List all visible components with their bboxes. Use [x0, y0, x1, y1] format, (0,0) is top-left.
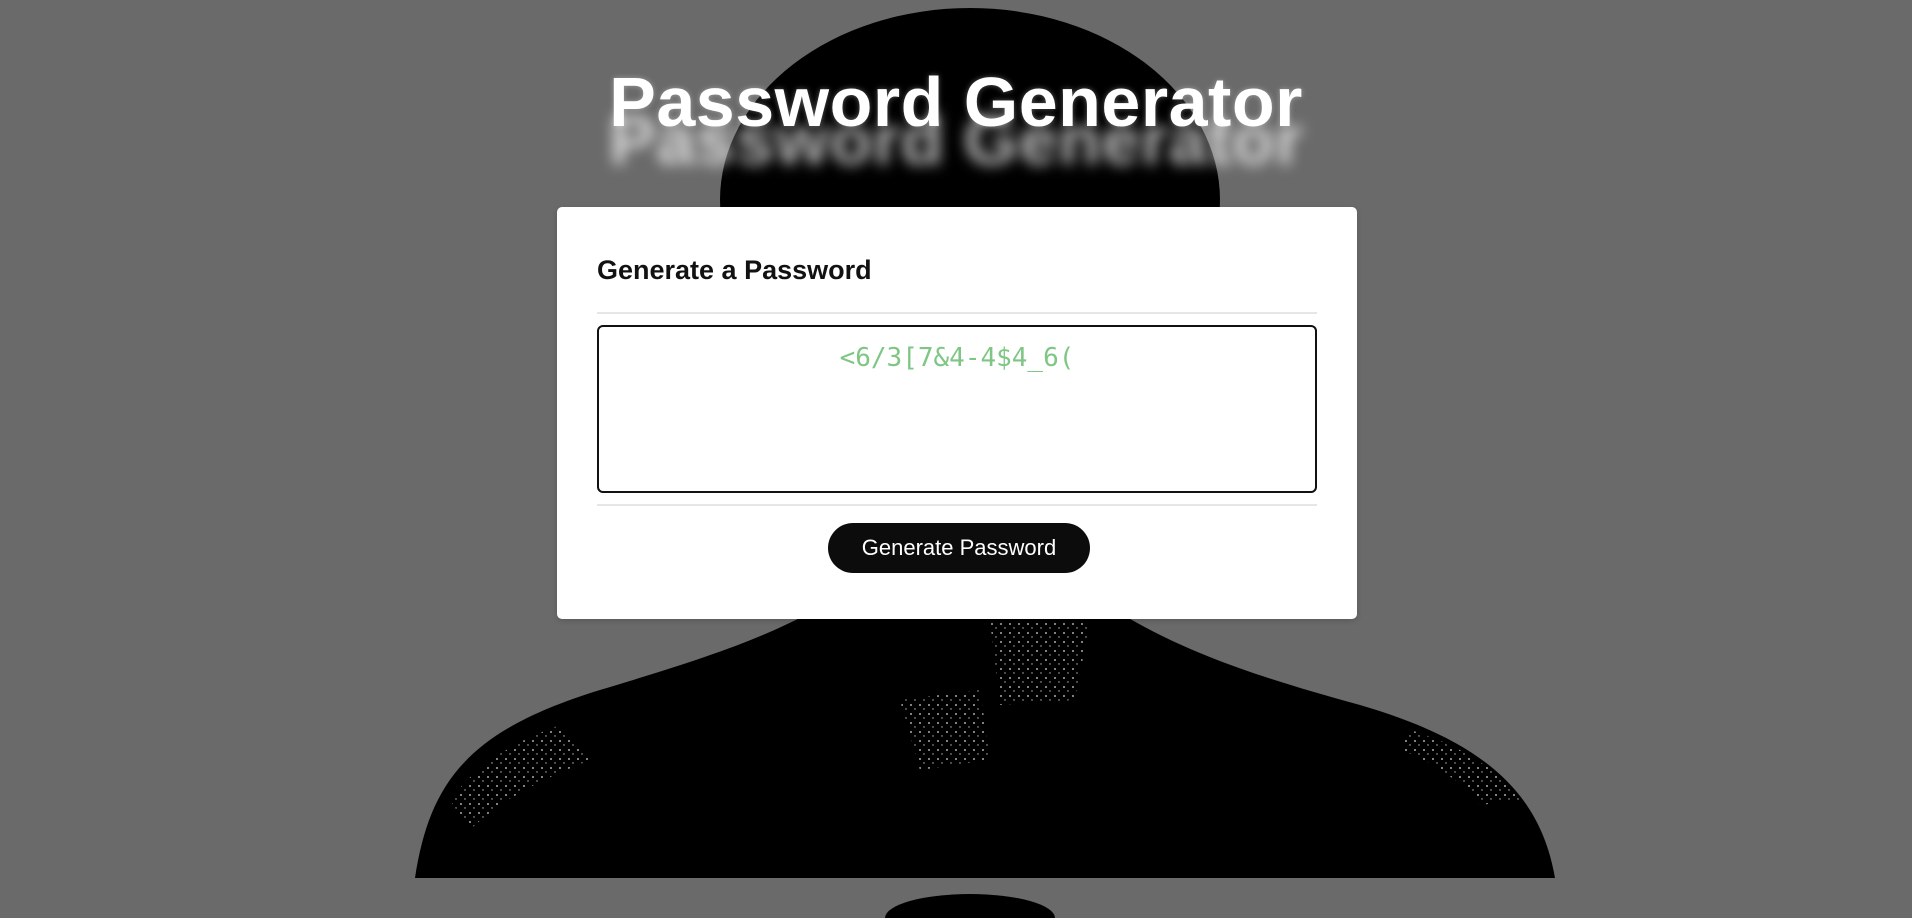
card-footer-divider: [597, 504, 1317, 506]
card-heading: Generate a Password: [597, 255, 872, 285]
card-header-divider: [597, 312, 1317, 314]
generate-password-button[interactable]: Generate Password: [828, 523, 1090, 573]
password-card: Generate a Password <6/3[7&4-4$4_6( Gene…: [557, 207, 1357, 619]
password-output-field[interactable]: <6/3[7&4-4$4_6(: [597, 325, 1317, 493]
page-title: Password Generator: [609, 63, 1303, 141]
